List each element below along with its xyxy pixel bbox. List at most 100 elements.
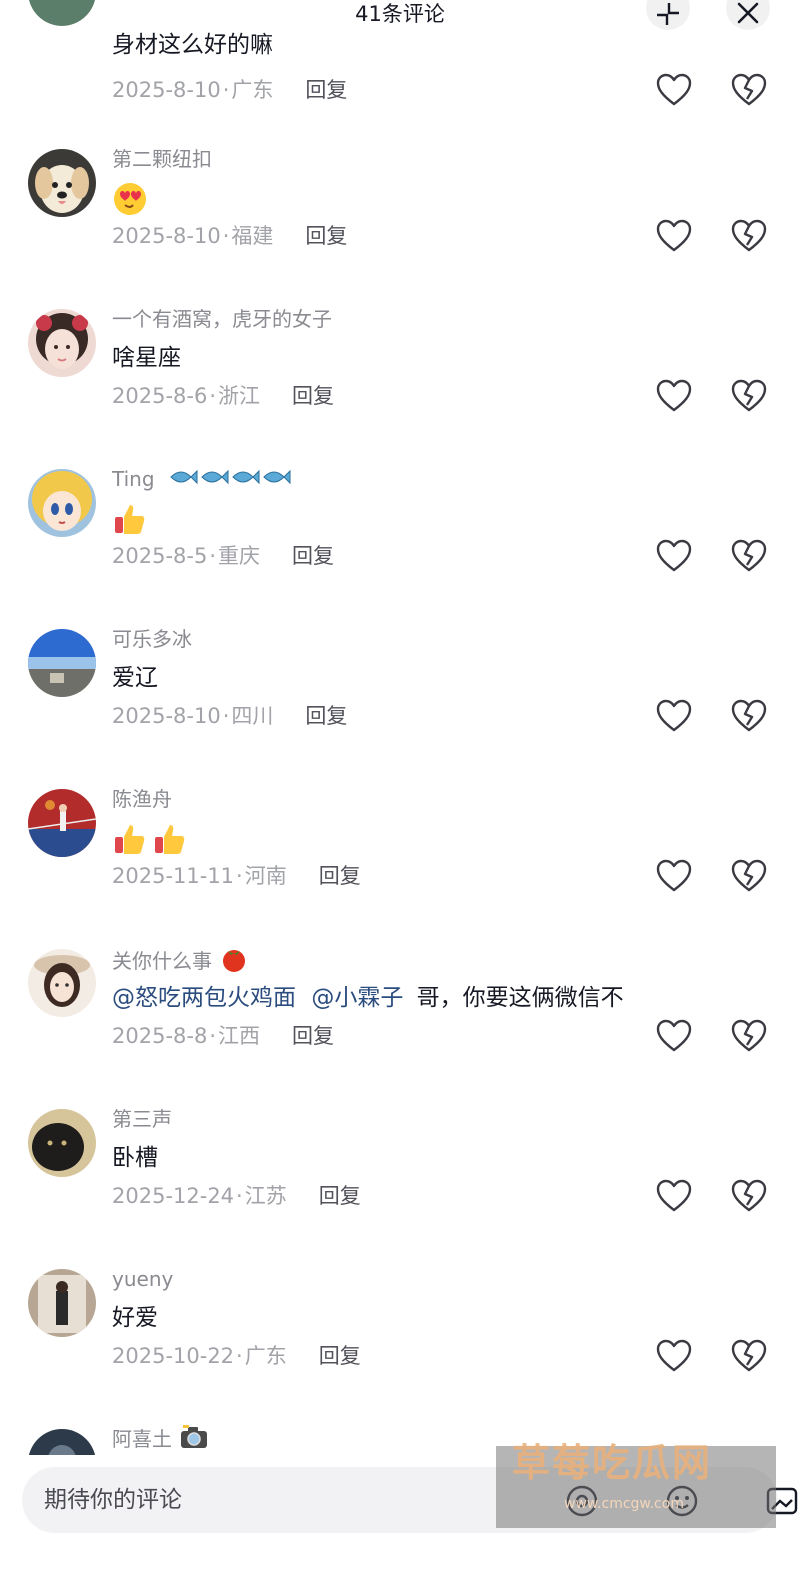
comment-meta: 2025-12-24 · 江苏 回复 bbox=[112, 1181, 361, 1211]
comment-date: 2025-8-10 bbox=[112, 704, 221, 728]
reply-button[interactable]: 回复 bbox=[292, 381, 334, 411]
like-button[interactable] bbox=[656, 539, 692, 573]
comment-date: 2025-8-6 bbox=[112, 384, 208, 408]
heart-icon bbox=[656, 699, 692, 732]
like-button[interactable] bbox=[656, 1339, 692, 1373]
comment-date: 2025-12-24 bbox=[112, 1184, 235, 1208]
avatar[interactable] bbox=[28, 1109, 96, 1177]
like-button[interactable] bbox=[656, 859, 692, 893]
avatar[interactable] bbox=[28, 629, 96, 697]
comments-header: 41条评论 bbox=[0, 0, 800, 30]
avatar[interactable] bbox=[28, 789, 96, 857]
comment-item: 关你什么事 @怒吃两包火鸡面 @小霖子 哥，你要这俩微信不 2025-8-8 · 江… bbox=[0, 945, 800, 1105]
username[interactable]: 关你什么事 bbox=[112, 945, 248, 980]
username[interactable]: 陈渔舟 bbox=[112, 785, 172, 813]
like-button[interactable] bbox=[656, 1179, 692, 1213]
comment-item: 第三声 卧槽 2025-12-24 · 江苏 回复 bbox=[0, 1105, 800, 1265]
heart-icon bbox=[656, 1179, 692, 1212]
dislike-button[interactable] bbox=[731, 1339, 767, 1373]
comment-location: 广东 bbox=[231, 78, 274, 102]
comment-date: 2025-8-8 bbox=[112, 1024, 208, 1048]
comment-text: 身材这么好的嘛 bbox=[112, 32, 273, 58]
comment-meta: 2025-8-10 · 福建 回复 bbox=[112, 221, 347, 251]
like-button[interactable] bbox=[656, 379, 692, 413]
fish-icon bbox=[169, 466, 293, 495]
broken-heart-icon bbox=[731, 1179, 767, 1212]
dislike-button[interactable] bbox=[731, 539, 767, 573]
comment-meta: 2025-8-10 · 广东 回复 bbox=[112, 75, 347, 105]
username[interactable]: 第二颗纽扣 bbox=[112, 145, 212, 173]
avatar[interactable] bbox=[28, 1429, 96, 1455]
reply-button[interactable]: 回复 bbox=[292, 1021, 334, 1051]
thumbs-up-emoji bbox=[112, 501, 148, 537]
broken-heart-icon bbox=[731, 539, 767, 572]
dark-cat-avatar bbox=[28, 1109, 96, 1177]
anime-girl-avatar bbox=[28, 469, 96, 537]
avatar[interactable] bbox=[28, 949, 96, 1017]
heart-icon bbox=[656, 1339, 692, 1372]
reply-button[interactable]: 回复 bbox=[305, 75, 347, 105]
username[interactable]: 阿喜土 bbox=[112, 1425, 208, 1455]
like-button[interactable] bbox=[656, 73, 692, 107]
username[interactable]: 第三声 bbox=[112, 1105, 172, 1133]
comment-text: 卧槽 bbox=[112, 1145, 158, 1171]
dislike-button[interactable] bbox=[731, 859, 767, 893]
reply-button[interactable]: 回复 bbox=[305, 221, 347, 251]
username[interactable]: yueny bbox=[112, 1265, 173, 1293]
dislike-button[interactable] bbox=[731, 1019, 767, 1053]
comment-location: 广东 bbox=[244, 1344, 287, 1368]
reply-button[interactable]: 回复 bbox=[319, 1181, 361, 1211]
heart-icon bbox=[656, 539, 692, 572]
puppy-avatar bbox=[28, 149, 96, 217]
username[interactable]: Ting bbox=[112, 465, 293, 495]
close-icon bbox=[737, 2, 759, 24]
dislike-button[interactable] bbox=[731, 699, 767, 733]
broken-heart-icon bbox=[731, 859, 767, 892]
heart-icon bbox=[656, 219, 692, 252]
like-button[interactable] bbox=[656, 219, 692, 253]
comment-location: 浙江 bbox=[218, 384, 261, 408]
comment-text: @怒吃两包火鸡面 @小霖子 哥，你要这俩微信不 bbox=[112, 981, 624, 1015]
watermark-title: 草莓吃瓜网 bbox=[512, 1441, 713, 1485]
comment-item: yueny 好爱 2025-10-22 · 广东 回复 bbox=[0, 1265, 800, 1425]
reply-button[interactable]: 回复 bbox=[319, 1341, 361, 1371]
thumbs-up-emoji bbox=[152, 821, 188, 857]
heart-icon bbox=[656, 379, 692, 412]
comment-text: 好爱 bbox=[112, 1305, 158, 1331]
reply-button[interactable]: 回复 bbox=[305, 701, 347, 731]
camera-icon bbox=[180, 1425, 208, 1455]
comment-list[interactable]: 身材这么好的嘛 2025-8-10 · 广东 回复 第二颗纽扣 2025-8-1… bbox=[0, 0, 800, 1455]
dislike-button[interactable] bbox=[731, 73, 767, 107]
watermark: 草莓吃瓜网 www.cmcgw.com bbox=[492, 1432, 782, 1532]
thumbs-up-emoji bbox=[112, 821, 148, 857]
comment-location: 福建 bbox=[231, 224, 274, 248]
tomato-icon bbox=[220, 945, 248, 980]
mention-link[interactable]: @小霖子 bbox=[311, 985, 403, 1011]
dislike-button[interactable] bbox=[731, 1179, 767, 1213]
reply-button[interactable]: 回复 bbox=[319, 861, 361, 891]
username-text: Ting bbox=[112, 467, 155, 491]
avatar[interactable] bbox=[28, 469, 96, 537]
broken-heart-icon bbox=[731, 73, 767, 106]
broken-heart-icon bbox=[731, 1339, 767, 1372]
basketball-avatar bbox=[28, 789, 96, 857]
comment-meta: 2025-8-5 · 重庆 回复 bbox=[112, 541, 334, 571]
broken-heart-icon bbox=[731, 699, 767, 732]
avatar[interactable] bbox=[28, 149, 96, 217]
comment-item: 陈渔舟 2025-11-11 · 河南 回复 bbox=[0, 785, 800, 945]
dislike-button[interactable] bbox=[731, 219, 767, 253]
avatar[interactable] bbox=[28, 1269, 96, 1337]
mention-link[interactable]: @怒吃两包火鸡面 bbox=[112, 985, 296, 1011]
like-button[interactable] bbox=[656, 1019, 692, 1053]
comment-text bbox=[112, 821, 192, 857]
comment-date: 2025-8-10 bbox=[112, 78, 221, 102]
avatar[interactable] bbox=[28, 309, 96, 377]
like-button[interactable] bbox=[656, 699, 692, 733]
sky-landscape-avatar bbox=[28, 629, 96, 697]
heart-icon bbox=[656, 859, 692, 892]
dislike-button[interactable] bbox=[731, 379, 767, 413]
username[interactable]: 可乐多冰 bbox=[112, 625, 192, 653]
reply-button[interactable]: 回复 bbox=[292, 541, 334, 571]
username[interactable]: 一个有酒窝，虎牙的女子 bbox=[112, 305, 332, 333]
username-text: 关你什么事 bbox=[112, 949, 212, 973]
